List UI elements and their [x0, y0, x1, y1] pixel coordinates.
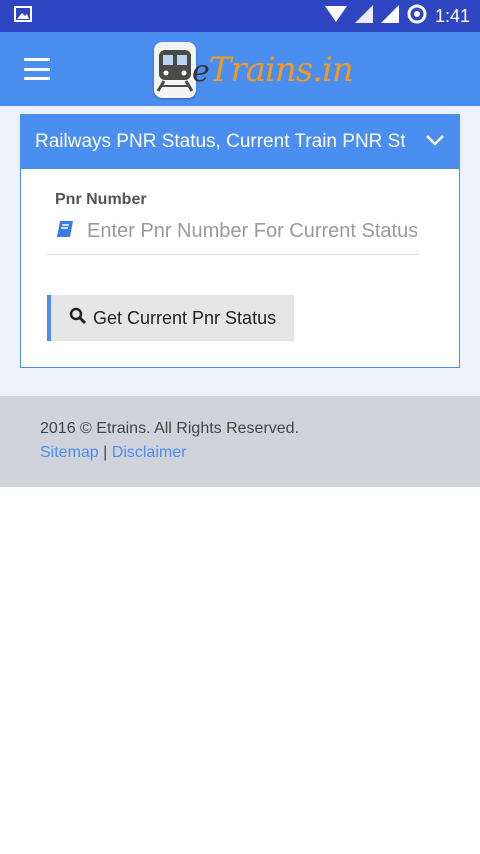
- get-pnr-status-button[interactable]: Get Current Pnr Status: [47, 295, 295, 341]
- footer-links: Sitemap | Disclaimer: [40, 444, 440, 462]
- disclaimer-link[interactable]: Disclaimer: [112, 444, 187, 461]
- pnr-number-label: Pnr Number: [55, 191, 147, 208]
- pnr-card-header[interactable]: Railways PNR Status, Current Train PNR S…: [21, 115, 459, 169]
- menu-icon[interactable]: [24, 58, 50, 80]
- signal-icon: [354, 4, 373, 28]
- chevron-down-icon[interactable]: [425, 133, 445, 152]
- card-title: Railways PNR Status, Current Train PNR S…: [35, 131, 405, 152]
- clock-time: 1:41: [434, 5, 470, 26]
- wifi-icon: [324, 5, 347, 28]
- book-icon: [55, 219, 75, 244]
- signal-icon-2: [380, 4, 399, 28]
- get-pnr-status-label: Get Current Pnr Status: [93, 307, 277, 328]
- sitemap-link[interactable]: Sitemap: [40, 444, 99, 461]
- gallery-notification-icon: [14, 5, 32, 27]
- search-icon: [69, 307, 87, 330]
- main-content: Railways PNR Status, Current Train PNR S…: [0, 106, 480, 396]
- logo-text: eTrains.in: [192, 50, 354, 90]
- copyright-text: 2016 © Etrains. All Rights Reserved.: [40, 420, 300, 437]
- sync-status-icon: [407, 4, 427, 29]
- pnr-card: Railways PNR Status, Current Train PNR S…: [20, 114, 460, 368]
- pnr-number-input[interactable]: [85, 219, 419, 244]
- pnr-input-row: [47, 219, 419, 255]
- site-logo[interactable]: eTrains.in: [154, 40, 354, 100]
- app-bar: eTrains.in: [0, 32, 480, 106]
- train-icon: [154, 42, 196, 98]
- pnr-card-body: Pnr Number Get Current Pnr Status: [21, 169, 459, 367]
- status-bar: 1:41: [0, 0, 480, 32]
- footer: 2016 © Etrains. All Rights Reserved. Sit…: [0, 396, 480, 487]
- link-separator: |: [103, 444, 108, 461]
